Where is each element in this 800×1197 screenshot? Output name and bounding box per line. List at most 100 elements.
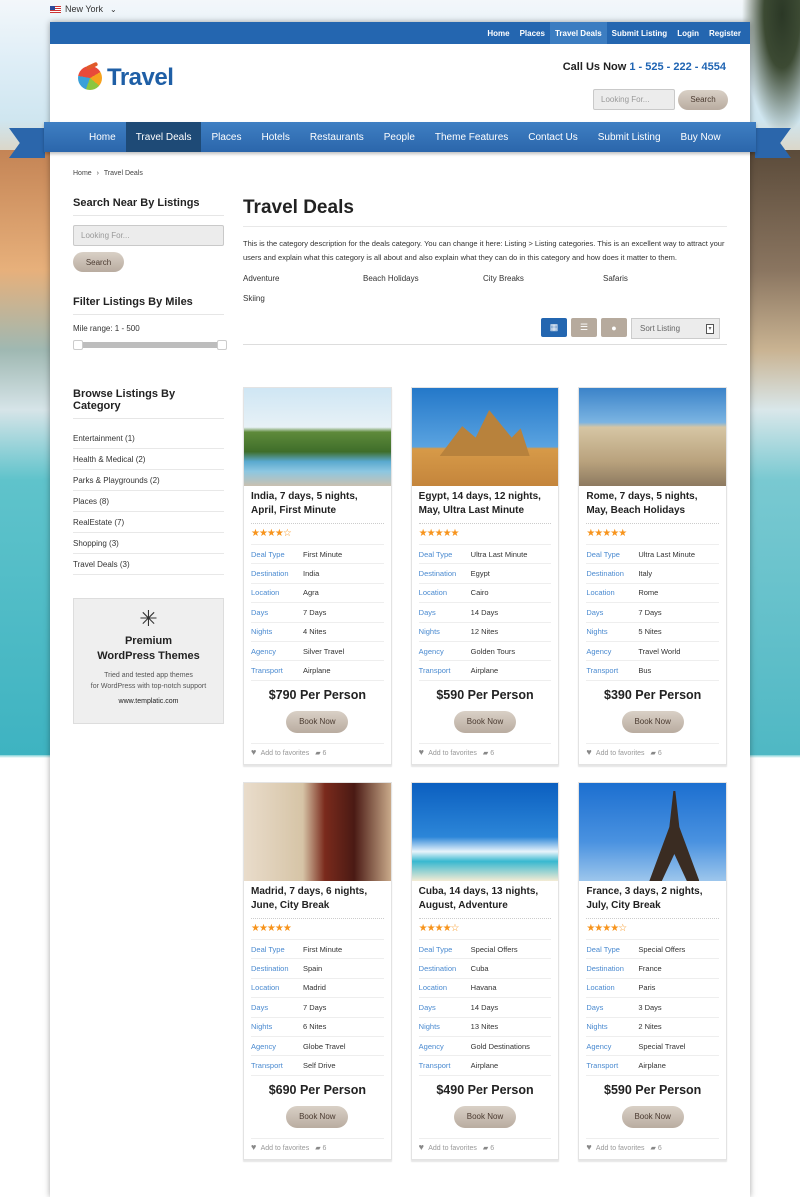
- category-item[interactable]: Shopping (3): [73, 533, 224, 554]
- top-nav-login[interactable]: Login: [672, 22, 704, 44]
- listing-title[interactable]: India, 7 days, 5 nights, April, First Mi…: [251, 490, 384, 524]
- top-nav-places[interactable]: Places: [515, 22, 550, 44]
- main-nav-restaurants[interactable]: Restaurants: [300, 122, 374, 152]
- field-value: 14 Days: [470, 1002, 499, 1012]
- add-to-favorites-link[interactable]: ♥ Add to favorites: [251, 747, 310, 757]
- us-flag-icon: [50, 5, 61, 13]
- main-nav-theme-features[interactable]: Theme Features: [425, 122, 518, 152]
- listing-image[interactable]: [244, 783, 391, 881]
- listing-field-destination: Destination Egypt: [418, 564, 552, 584]
- subcategory-link[interactable]: City Breaks: [483, 274, 603, 294]
- listing-image[interactable]: [244, 388, 391, 486]
- listing-title[interactable]: France, 3 days, 2 nights, July, City Bre…: [586, 885, 720, 919]
- listing-image[interactable]: [411, 388, 559, 486]
- field-label: Transport: [418, 666, 451, 676]
- listing-field-location: Location Havana: [418, 979, 552, 999]
- slider-max-handle[interactable]: [217, 340, 227, 350]
- category-item[interactable]: Places (8): [73, 491, 224, 512]
- comments-link[interactable]: ▰ 6: [315, 1144, 326, 1152]
- page-title: Travel Deals: [243, 197, 727, 227]
- field-label: Location: [418, 588, 448, 598]
- subcategory-link[interactable]: Safaris: [603, 274, 723, 294]
- ad-sub-line1: Tried and tested app themes: [104, 672, 193, 679]
- map-view-button[interactable]: ●: [601, 318, 627, 337]
- listing-title[interactable]: Madrid, 7 days, 6 nights, June, City Bre…: [251, 885, 384, 919]
- sidebar-search-input[interactable]: Looking For...: [73, 225, 224, 246]
- listing-title[interactable]: Egypt, 14 days, 12 nights, May, Ultra La…: [418, 490, 552, 524]
- book-now-button[interactable]: Book Now: [454, 1105, 516, 1128]
- comments-link[interactable]: ▰ 6: [651, 1144, 662, 1152]
- main-nav-hotels[interactable]: Hotels: [251, 122, 299, 152]
- add-to-favorites-link[interactable]: ♥ Add to favorites: [419, 747, 477, 757]
- field-label: Days: [251, 1002, 269, 1012]
- listing-image[interactable]: [579, 388, 727, 486]
- main-nav-home[interactable]: Home: [79, 122, 126, 152]
- slider-min-handle[interactable]: [73, 340, 83, 350]
- main-nav-submit-listing[interactable]: Submit Listing: [588, 122, 671, 152]
- add-to-favorites-link[interactable]: ♥ Add to favorites: [419, 1142, 477, 1152]
- location-selector[interactable]: New York ⌄: [50, 4, 117, 14]
- header-search-input[interactable]: Looking For...: [593, 89, 675, 110]
- listing-title[interactable]: Cuba, 14 days, 13 nights, August, Advent…: [418, 885, 552, 919]
- comments-link[interactable]: ▰ 6: [483, 749, 494, 757]
- main-nav-contact-us[interactable]: Contact Us: [518, 122, 587, 152]
- main-nav-people[interactable]: People: [374, 122, 425, 152]
- ad-banner[interactable]: ✳ Premium WordPress Themes Tried and tes…: [73, 598, 224, 724]
- comment-bubble-icon: ▰: [650, 1144, 656, 1152]
- favorites-label: Add to favorites: [428, 749, 477, 757]
- category-item[interactable]: Travel Deals (3): [73, 554, 224, 575]
- field-label: Location: [251, 983, 280, 993]
- top-nav-submit-listing[interactable]: Submit Listing: [607, 22, 673, 44]
- sort-select[interactable]: Sort Listing ▾: [631, 318, 720, 339]
- comments-link[interactable]: ▰ 6: [315, 749, 326, 757]
- sidebar-search-button[interactable]: Search: [73, 252, 124, 272]
- field-value: 13 Nites: [470, 1022, 499, 1032]
- listing-field-days: Days 7 Days: [251, 998, 384, 1018]
- listing-grid-row-1: India, 7 days, 5 nights, April, First Mi…: [243, 387, 728, 765]
- breadcrumb-home[interactable]: Home: [73, 170, 92, 177]
- field-label: Nights: [251, 627, 273, 637]
- category-item[interactable]: Entertainment (1): [73, 428, 224, 449]
- book-now-button[interactable]: Book Now: [286, 710, 349, 733]
- subcategory-link[interactable]: Skiing: [243, 294, 363, 314]
- favorites-label: Add to favorites: [260, 749, 310, 757]
- category-item[interactable]: Health & Medical (2): [73, 449, 224, 470]
- list-view-button[interactable]: ☰: [571, 318, 597, 337]
- grid-view-button[interactable]: ▦: [541, 318, 567, 337]
- header-search-button[interactable]: Search: [678, 89, 728, 110]
- listing-title[interactable]: Rome, 7 days, 5 nights, May, Beach Holid…: [586, 490, 720, 524]
- listing-footer: ♥ Add to favorites ▰ 6: [586, 742, 720, 764]
- listing-image[interactable]: [411, 783, 559, 881]
- site-logo[interactable]: Travel: [78, 64, 174, 92]
- book-now-button[interactable]: Book Now: [454, 710, 516, 733]
- main-nav-places[interactable]: Places: [201, 122, 251, 152]
- listing-field-days: Days 14 Days: [418, 603, 552, 623]
- main-nav-buy-now[interactable]: Buy Now: [671, 122, 731, 152]
- category-item[interactable]: Parks & Playgrounds (2): [73, 470, 224, 491]
- book-now-button[interactable]: Book Now: [621, 1105, 684, 1128]
- comments-link[interactable]: ▰ 6: [651, 749, 662, 757]
- comments-link[interactable]: ▰ 6: [483, 1144, 494, 1152]
- top-nav-home[interactable]: Home: [482, 22, 514, 44]
- top-nav-register[interactable]: Register: [704, 22, 746, 44]
- book-now-button[interactable]: Book Now: [286, 1105, 349, 1128]
- subcategory-link[interactable]: Adventure: [243, 274, 363, 294]
- top-nav-travel-deals[interactable]: Travel Deals: [549, 22, 607, 44]
- listing-field-destination: Destination Italy: [586, 564, 720, 584]
- listing-price: $590 Per Person: [436, 687, 534, 702]
- top-nav: Home Places Travel Deals Submit Listing …: [50, 22, 750, 44]
- rating-stars-icon: ★★★★★: [586, 524, 720, 545]
- listing-image[interactable]: [579, 783, 727, 881]
- main-nav-travel-deals[interactable]: Travel Deals: [125, 122, 202, 152]
- add-to-favorites-link[interactable]: ♥ Add to favorites: [586, 747, 644, 757]
- book-now-button[interactable]: Book Now: [621, 710, 684, 733]
- phone-number[interactable]: 1 - 525 - 222 - 4554: [629, 61, 726, 73]
- field-label: Nights: [586, 627, 608, 637]
- subcategory-link[interactable]: Beach Holidays: [363, 274, 483, 294]
- category-item[interactable]: RealEstate (7): [73, 512, 224, 533]
- add-to-favorites-link[interactable]: ♥ Add to favorites: [251, 1142, 309, 1152]
- listing-card: India, 7 days, 5 nights, April, First Mi…: [243, 387, 392, 765]
- mile-range-slider[interactable]: [73, 340, 227, 350]
- add-to-favorites-link[interactable]: ♥ Add to favorites: [586, 1142, 644, 1152]
- nav-ribbon-right: [755, 128, 791, 158]
